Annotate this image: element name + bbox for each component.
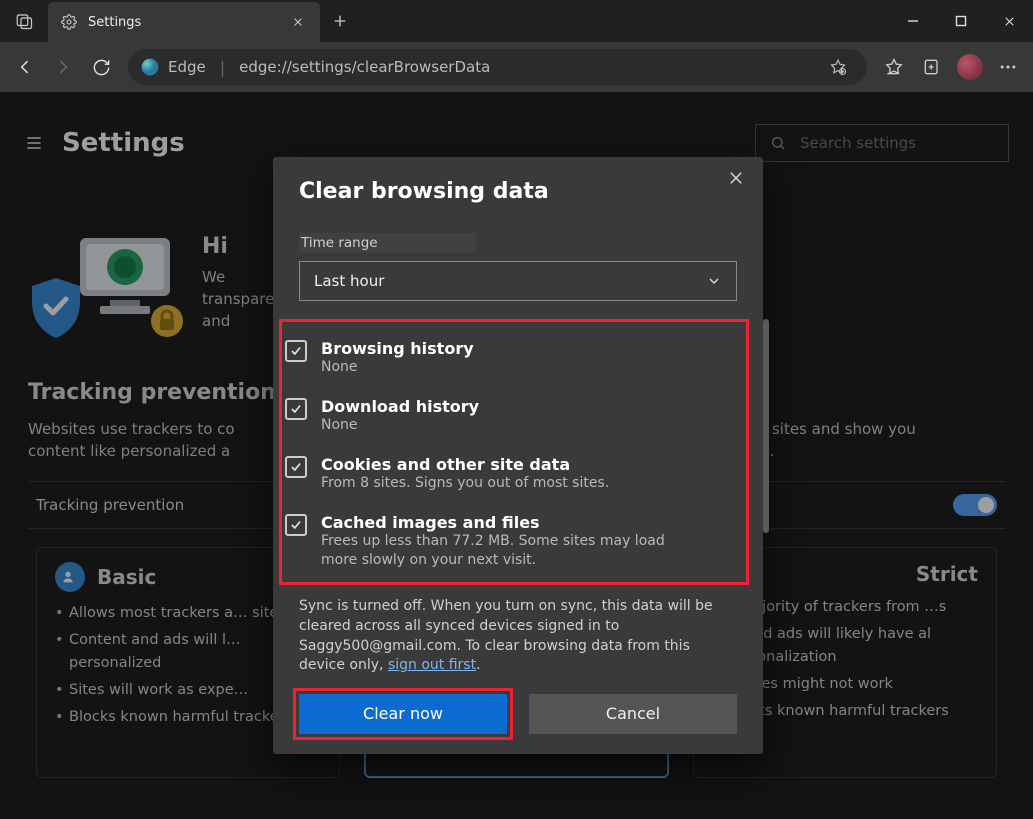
close-tab-button[interactable] [288, 12, 308, 32]
more-menu-button[interactable] [991, 50, 1025, 84]
forward-button[interactable] [46, 50, 80, 84]
sign-out-link[interactable]: sign out first [388, 657, 476, 673]
cancel-button[interactable]: Cancel [529, 694, 737, 734]
collections-button[interactable] [915, 50, 949, 84]
dialog-close-button[interactable] [727, 169, 745, 187]
tab-settings[interactable]: Settings [48, 2, 320, 42]
maximize-button[interactable] [937, 0, 985, 42]
tab-title: Settings [88, 15, 278, 30]
browser-name-label: Edge [168, 58, 206, 76]
new-tab-button[interactable] [320, 0, 360, 42]
gear-icon [60, 13, 78, 31]
cbd-item-cookies[interactable]: Cookies and other site dataFrom 8 sites.… [285, 445, 747, 503]
back-button[interactable] [8, 50, 42, 84]
clear-now-button[interactable]: Clear now [299, 694, 507, 734]
address-bar[interactable]: Edge | edge://settings/clearBrowserData [128, 49, 867, 85]
cbd-item-download-history[interactable]: Download historyNone [285, 387, 747, 445]
favorites-button[interactable] [877, 50, 911, 84]
toolbar: Edge | edge://settings/clearBrowserData [0, 42, 1033, 92]
url-text: edge://settings/clearBrowserData [239, 58, 490, 76]
checkbox[interactable] [285, 398, 307, 420]
timerange-label: Time range [299, 233, 476, 253]
titlebar: Settings [0, 0, 1033, 42]
cbd-item-browsing-history[interactable]: Browsing historyNone [285, 329, 747, 387]
checkbox[interactable] [285, 340, 307, 362]
dialog-scrollbar[interactable] [763, 319, 769, 533]
checkbox[interactable] [285, 514, 307, 536]
refresh-button[interactable] [84, 50, 118, 84]
chevron-down-icon [706, 273, 722, 289]
tab-actions-button[interactable] [0, 0, 48, 42]
timerange-value: Last hour [314, 272, 384, 290]
add-favorite-icon[interactable] [821, 50, 855, 84]
checkbox[interactable] [285, 456, 307, 478]
close-window-button[interactable] [985, 0, 1033, 42]
profile-avatar[interactable] [957, 54, 983, 80]
minimize-button[interactable] [889, 0, 937, 42]
cbd-item-cache[interactable]: Cached images and filesFrees up less tha… [285, 503, 747, 580]
site-identity[interactable]: Edge [140, 57, 206, 77]
window-controls [889, 0, 1033, 42]
dialog-title: Clear browsing data [299, 179, 737, 204]
timerange-select[interactable]: Last hour [299, 261, 737, 301]
clear-browsing-data-dialog: Clear browsing data Time range Last hour… [273, 157, 763, 754]
sync-note: Sync is turned off. When you turn on syn… [273, 585, 763, 675]
